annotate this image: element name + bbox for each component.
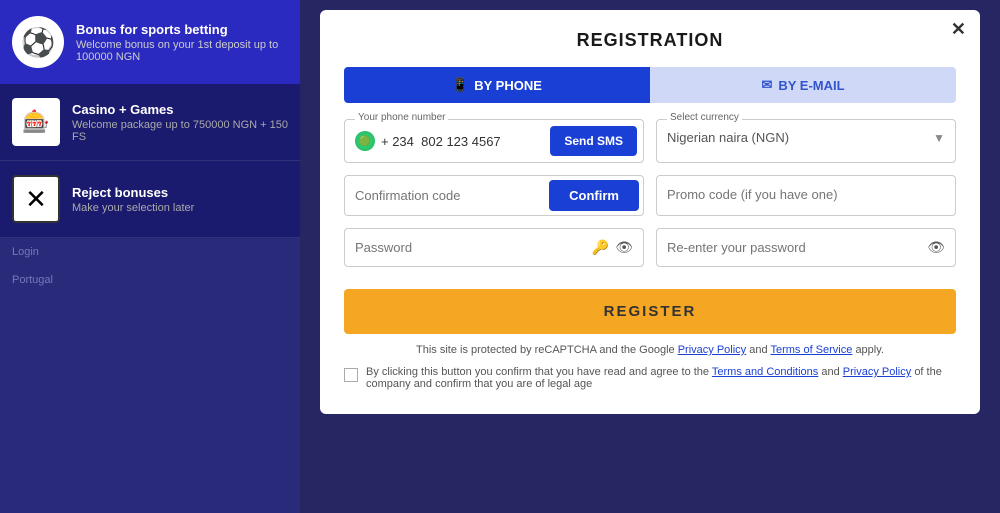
- register-button[interactable]: REGISTER: [344, 289, 956, 334]
- reject-icon: ✕: [12, 175, 60, 223]
- checkbox-text: By clicking this button you confirm that…: [366, 366, 956, 390]
- sidebar-bonus-text: Bonus for sports betting Welcome bonus o…: [76, 22, 288, 63]
- promo-field-group: [656, 175, 956, 216]
- currency-field-group: Select currency Nigerian naira (NGN) ▼: [656, 119, 956, 163]
- currency-field-label: Select currency: [667, 112, 742, 123]
- tos-checkbox-row: By clicking this button you confirm that…: [344, 366, 956, 390]
- recaptcha-text: This site is protected by reCAPTCHA and …: [344, 344, 956, 356]
- phone-tab-icon: 📱: [452, 77, 468, 93]
- currency-select[interactable]: Nigerian naira (NGN): [667, 130, 933, 145]
- sidebar-bonus-desc: Welcome bonus on your 1st deposit up to …: [76, 39, 288, 63]
- phone-field-group: Your phone number 🟢 + 234 802 123 4567 S…: [344, 119, 644, 163]
- phone-number-text: 802 123 4567: [421, 134, 501, 149]
- send-sms-button[interactable]: Send SMS: [550, 126, 637, 156]
- sidebar-reject-text: Reject bonuses Make your selection later: [72, 185, 194, 214]
- checkbox-and: and: [821, 366, 839, 378]
- modal-overlay: ✕ REGISTRATION 📱 BY PHONE ✉ BY E-MAIL Yo…: [300, 0, 1000, 513]
- phone-tab-label: BY PHONE: [474, 78, 542, 93]
- confirmation-field: Confirm: [345, 176, 643, 215]
- registration-modal: ✕ REGISTRATION 📱 BY PHONE ✉ BY E-MAIL Yo…: [320, 10, 980, 414]
- sidebar-casino-item[interactable]: 🎰 Casino + Games Welcome package up to 7…: [0, 84, 300, 161]
- confirm-button[interactable]: Confirm: [549, 180, 639, 211]
- tab-by-email[interactable]: ✉ BY E-MAIL: [650, 67, 956, 103]
- sidebar-bonus-title: Bonus for sports betting: [76, 22, 288, 37]
- sidebar-bottom: Login Portugal: [0, 238, 300, 513]
- tab-by-phone[interactable]: 📱 BY PHONE: [344, 67, 650, 103]
- reenter-icons: 👁: [927, 239, 945, 256]
- privacy-policy-link[interactable]: Privacy Policy: [678, 344, 746, 356]
- recaptcha-prefix: This site is protected by reCAPTCHA and …: [416, 344, 675, 356]
- casino-icon: 🎰: [12, 98, 60, 146]
- sidebar-portugal-label: Portugal: [12, 274, 53, 286]
- privacy-link2[interactable]: Privacy Policy: [843, 366, 911, 378]
- promo-field: [657, 176, 955, 214]
- password-icons: 🔑 👁: [592, 239, 633, 256]
- sidebar-reject-desc: Make your selection later: [72, 202, 194, 214]
- sidebar-casino-title: Casino + Games: [72, 102, 288, 117]
- reenter-field: 👁: [657, 229, 955, 266]
- tos-link[interactable]: Terms of Service: [770, 344, 852, 356]
- sidebar-reject-title: Reject bonuses: [72, 185, 194, 200]
- eye-icon[interactable]: 👁: [615, 239, 633, 256]
- phone-currency-row: Your phone number 🟢 + 234 802 123 4567 S…: [344, 119, 956, 163]
- recaptcha-and: and: [749, 344, 767, 356]
- sidebar-casino-desc: Welcome package up to 750000 NGN + 150 F…: [72, 119, 288, 143]
- registration-tabs: 📱 BY PHONE ✉ BY E-MAIL: [344, 67, 956, 103]
- password-field: 🔑 👁: [345, 229, 643, 266]
- modal-title: REGISTRATION: [344, 30, 956, 51]
- reenter-password-input[interactable]: [667, 240, 927, 255]
- currency-field: Nigerian naira (NGN) ▼: [657, 120, 955, 155]
- soccer-ball-icon: ⚽: [12, 16, 64, 68]
- confirmation-promo-row: Confirm: [344, 175, 956, 216]
- sidebar-reject-item[interactable]: ✕ Reject bonuses Make your selection lat…: [0, 161, 300, 238]
- phone-flag-icon: 🟢: [355, 131, 375, 151]
- tos-link2[interactable]: Terms and Conditions: [712, 366, 818, 378]
- sidebar-casino-text: Casino + Games Welcome package up to 750…: [72, 102, 288, 143]
- chevron-down-icon: ▼: [933, 131, 945, 145]
- password-input[interactable]: [355, 240, 592, 255]
- reenter-field-group: 👁: [656, 228, 956, 267]
- eye-slash-icon[interactable]: 👁: [927, 239, 945, 256]
- phone-field: 🟢 + 234 802 123 4567 Send SMS: [345, 120, 643, 162]
- modal-close-button[interactable]: ✕: [951, 20, 966, 38]
- checkbox-prefix: By clicking this button you confirm that…: [366, 366, 709, 378]
- email-tab-label: BY E-MAIL: [778, 78, 844, 93]
- confirmation-field-group: Confirm: [344, 175, 644, 216]
- recaptcha-apply: apply.: [855, 344, 884, 356]
- sidebar-login-label: Login: [12, 246, 39, 258]
- phone-prefix-text: + 234: [381, 134, 414, 149]
- sidebar: ⚽ Bonus for sports betting Welcome bonus…: [0, 0, 300, 513]
- password-field-group: 🔑 👁: [344, 228, 644, 267]
- key-icon: 🔑: [592, 239, 609, 256]
- phone-prefix: + 234 802 123 4567: [381, 134, 550, 149]
- tos-checkbox[interactable]: [344, 368, 358, 382]
- phone-field-label: Your phone number: [355, 112, 448, 123]
- password-row: 🔑 👁 👁: [344, 228, 956, 267]
- sidebar-bonus-item[interactable]: ⚽ Bonus for sports betting Welcome bonus…: [0, 0, 300, 84]
- confirmation-code-input[interactable]: [345, 178, 545, 213]
- promo-code-input[interactable]: [667, 187, 945, 202]
- email-tab-icon: ✉: [761, 77, 772, 93]
